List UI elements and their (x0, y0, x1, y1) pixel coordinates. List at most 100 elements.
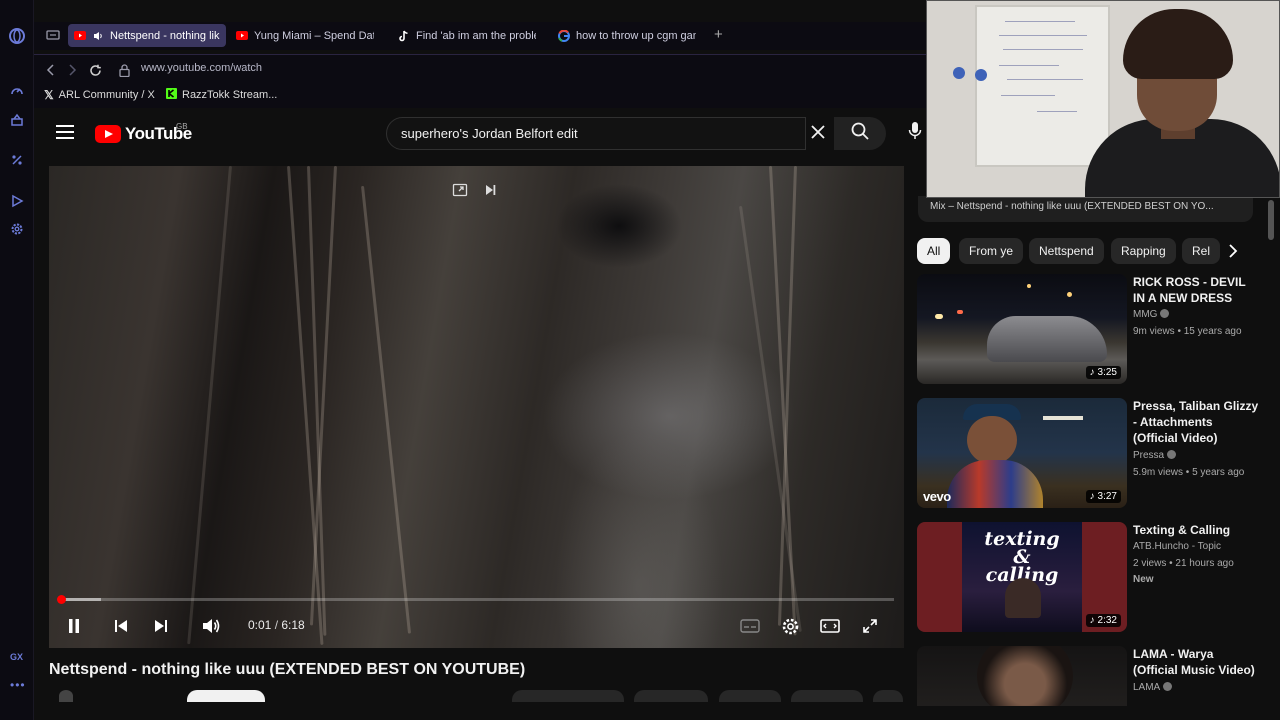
progress-bar[interactable] (57, 595, 894, 604)
clip-button[interactable] (719, 690, 781, 702)
settings-gear-icon[interactable] (8, 220, 26, 238)
fullscreen-button[interactable] (859, 615, 881, 637)
bookmark-arl[interactable]: 𝕏 ARL Community / X (44, 88, 155, 102)
new-tab-plus-icon[interactable]: + (714, 26, 723, 43)
video-title: Nettspend - nothing like uuu (EXTENDED B… (49, 661, 526, 678)
scrollbar-thumb[interactable] (1268, 200, 1274, 240)
google-icon (558, 29, 570, 42)
duration-text: 3:27 (1097, 491, 1117, 502)
vevo-watermark: vevo (923, 489, 951, 504)
search-input[interactable] (401, 126, 781, 141)
channel-label: LAMA (1133, 682, 1161, 693)
tab-google[interactable]: how to throw up cgm gang (552, 24, 702, 47)
search-box[interactable] (386, 117, 806, 150)
video-thumbnail[interactable]: vevo ♪ 3:27 (917, 398, 1127, 508)
tiktok-icon (398, 30, 410, 42)
opera-logo-icon[interactable] (8, 27, 26, 45)
more-actions-button[interactable] (873, 690, 903, 702)
search-button[interactable] (834, 117, 886, 150)
miniplayer-icon[interactable] (452, 182, 468, 203)
current-time: 0:01 (248, 618, 272, 632)
video-thumbnail[interactable]: texting & calling ♪ 2:32 (917, 522, 1127, 632)
gx-control-icon[interactable] (8, 83, 26, 101)
channel-avatar[interactable] (59, 690, 73, 702)
recommendation-item[interactable]: LAMA - Warya (Official Music Video) LAMA (917, 646, 1267, 706)
recommendation-item[interactable]: ♪ 3:25 RICK ROSS - DEVIL IN A NEW DRESS M… (917, 274, 1267, 392)
clear-search-icon[interactable] (810, 124, 828, 142)
channel-name[interactable]: Pressa (1133, 448, 1177, 463)
url-text[interactable]: www.youtube.com/watch (141, 62, 262, 74)
audio-playing-icon[interactable] (92, 30, 104, 42)
channel-label: Pressa (1133, 450, 1165, 461)
theater-mode-button[interactable] (819, 615, 841, 637)
scrubber-handle[interactable] (57, 595, 66, 604)
subscribe-button[interactable] (187, 690, 265, 702)
chevron-right-icon[interactable] (1222, 240, 1244, 262)
discount-icon[interactable] (8, 151, 26, 169)
tab-tiktok[interactable]: Find 'ab im am the problem (392, 24, 542, 47)
chip-nettspend[interactable]: Nettspend (1029, 238, 1104, 264)
volume-button[interactable] (200, 615, 222, 637)
chip-related[interactable]: Rel (1182, 238, 1221, 264)
captions-icon (740, 619, 760, 633)
channel-name[interactable]: LAMA (1133, 680, 1173, 695)
x-icon: 𝕏 (44, 88, 54, 102)
like-dislike-button[interactable] (512, 690, 624, 702)
browser-sidebar: GX ••• (0, 0, 34, 720)
lock-icon[interactable] (116, 62, 132, 78)
tab-yung-miami[interactable]: Yung Miami – Spend Dat (L (230, 24, 380, 47)
hamburger-menu-icon[interactable] (56, 125, 74, 139)
recommendation-title[interactable]: RICK ROSS - DEVIL IN A NEW DRESS (1133, 274, 1259, 306)
music-note-icon: ♪ (1089, 491, 1095, 502)
video-stats: 9m views • 15 years ago (1133, 326, 1242, 337)
recommendation-item[interactable]: vevo ♪ 3:27 Pressa, Taliban Glizzy - Atta… (917, 398, 1267, 516)
chip-all[interactable]: All (917, 238, 951, 264)
video-thumbnail[interactable]: ♪ 3:25 (917, 274, 1127, 384)
tab-title: Find 'ab im am the problem (416, 29, 536, 42)
whiteboard (975, 5, 1110, 167)
country-code: GB (176, 122, 188, 131)
bookmarks-bar: 𝕏 ARL Community / X RazzTokk Stream... (34, 84, 926, 108)
verified-badge-icon (1160, 309, 1170, 318)
thumbnail-text: texting & calling (984, 528, 1060, 586)
bookmark-razztokk[interactable]: RazzTokk Stream... (166, 88, 277, 102)
channel-label: MMG (1133, 309, 1158, 320)
duration-badge: ♪ 3:25 (1085, 366, 1121, 379)
next-button[interactable] (150, 615, 172, 637)
reload-icon[interactable] (87, 62, 103, 78)
video-thumbnail[interactable] (917, 646, 1127, 706)
previous-button[interactable] (110, 615, 132, 637)
video-stats: 5.9m views • 5 years ago (1133, 467, 1245, 478)
gx-label[interactable]: GX (10, 652, 23, 662)
pause-button[interactable] (63, 615, 85, 637)
skip-icon[interactable] (482, 182, 498, 203)
tab-nettspend[interactable]: Nettspend - nothing like uuu (EXTENDED B… (68, 24, 226, 47)
share-button[interactable] (634, 690, 708, 702)
save-button[interactable] (791, 690, 863, 702)
settings-button[interactable] (779, 615, 801, 637)
back-icon[interactable] (43, 62, 59, 78)
more-icon[interactable]: ••• (10, 678, 26, 692)
time-separator: / (271, 618, 282, 632)
recommendation-title[interactable]: LAMA - Warya (Official Music Video) (1133, 646, 1259, 678)
chip-from-ye[interactable]: From ye (959, 238, 1024, 264)
video-frame (49, 166, 904, 648)
video-player[interactable]: 0:01 / 6:18 (49, 166, 904, 648)
tab-overview-icon[interactable] (46, 28, 62, 44)
new-badge: New (1133, 574, 1154, 585)
channel-name[interactable]: MMG (1133, 307, 1170, 322)
player-icon[interactable] (8, 192, 26, 210)
gx-corner-icon[interactable] (8, 111, 26, 129)
youtube-play-icon (95, 125, 121, 143)
recommendation-item[interactable]: texting & calling ♪ 2:32 Texting & Callin… (917, 522, 1267, 640)
duration-text: 2:32 (1097, 615, 1117, 626)
chip-rapping[interactable]: Rapping (1111, 238, 1176, 264)
channel-name[interactable]: ATB.Huncho - Topic (1133, 539, 1221, 554)
subtitles-button[interactable] (739, 615, 761, 637)
forward-icon[interactable] (64, 62, 80, 78)
recommendation-title[interactable]: Texting & Calling (1133, 522, 1259, 538)
recommendation-title[interactable]: Pressa, Taliban Glizzy - Attachments (Of… (1133, 398, 1259, 446)
settings-gear-icon (782, 618, 798, 634)
fullscreen-icon (863, 619, 877, 633)
mix-playlist-card[interactable]: Mix – Nettspend - nothing like uuu (EXTE… (918, 196, 1253, 222)
